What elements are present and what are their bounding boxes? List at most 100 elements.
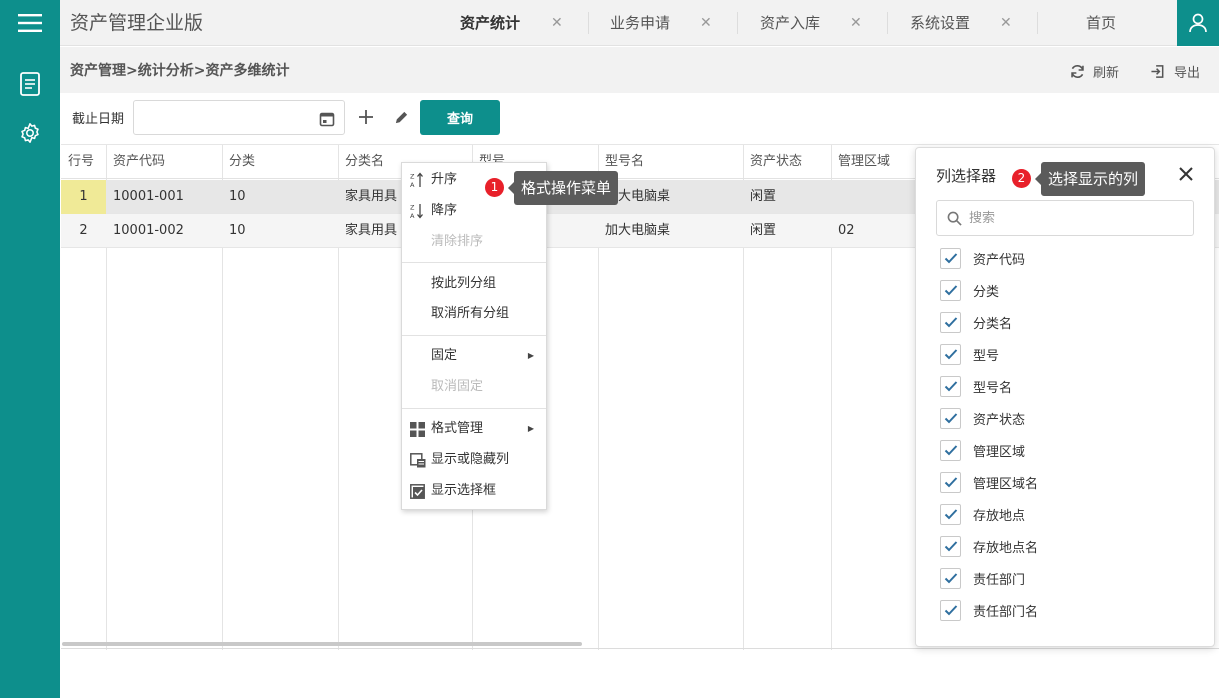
column-option[interactable]: 型号名	[940, 375, 1012, 397]
checkbox-icon	[410, 476, 425, 506]
document-icon[interactable]	[0, 64, 60, 104]
tab-business-application[interactable]: 业务申请	[610, 0, 670, 46]
checkbox[interactable]	[940, 503, 961, 525]
svg-text:A: A	[410, 212, 415, 219]
management-area-cell: 02	[838, 223, 855, 238]
top-bar: 资产管理企业版 资产统计 ✕ 业务申请 ✕ 资产入库 ✕ 系统设置 ✕ 首页	[60, 0, 1219, 46]
tab-asset-statistics[interactable]: 资产统计	[460, 0, 520, 46]
grid-bottom-divider	[61, 648, 1219, 649]
tab-divider	[737, 12, 738, 34]
checkbox[interactable]	[940, 471, 961, 493]
checkbox[interactable]	[940, 375, 961, 397]
refresh-icon	[1071, 64, 1084, 78]
column-option-label: 责任部门名	[973, 604, 1039, 620]
calendar-icon[interactable]	[319, 111, 335, 131]
pencil-icon	[395, 111, 407, 123]
management-area-cell	[831, 180, 921, 214]
asset-status-cell: 闲置	[750, 223, 777, 238]
menu-item-label: 清除排序	[431, 234, 484, 249]
checkmark-icon	[944, 509, 957, 520]
checkbox[interactable]	[940, 311, 961, 333]
column-search-field[interactable]	[936, 200, 1194, 236]
svg-text:Z: Z	[410, 204, 415, 212]
column-option[interactable]: 资产状态	[940, 407, 1025, 429]
tab-system-settings[interactable]: 系统设置	[910, 0, 970, 46]
menu-item-label: 显示或隐藏列	[431, 452, 510, 467]
tab-home[interactable]: 首页	[1086, 0, 1116, 46]
tab-asset-inbound[interactable]: 资产入库	[760, 0, 820, 46]
checkbox[interactable]	[940, 599, 961, 621]
submenu-arrow-icon: ▶	[527, 351, 534, 360]
column-search-input[interactable]	[969, 201, 1189, 235]
refresh-button[interactable]: 刷新	[1070, 47, 1119, 95]
left-sidebar	[0, 0, 60, 698]
column-option[interactable]: 分类	[940, 279, 999, 301]
model-name-cell: 加大电脑桌	[605, 189, 671, 204]
export-button[interactable]: 导出	[1150, 47, 1200, 95]
add-button[interactable]	[354, 105, 378, 129]
menu-item-show-checkboxes[interactable]: 显示选择框	[402, 476, 546, 506]
edit-button[interactable]	[389, 105, 413, 129]
menu-divider	[402, 262, 546, 263]
column-option[interactable]: 管理区域	[940, 439, 1025, 461]
column-option[interactable]: 责任部门名	[940, 599, 1038, 621]
checkmark-icon	[944, 317, 957, 328]
column-option-label: 分类名	[973, 316, 1013, 332]
column-option[interactable]: 存放地点名	[940, 535, 1038, 557]
menu-item-pin[interactable]: 固定 ▶	[402, 341, 546, 371]
column-option-label: 资产代码	[973, 252, 1026, 268]
menu-item-label: 取消固定	[431, 379, 484, 394]
column-option[interactable]: 责任部门	[940, 567, 1025, 589]
cutoff-date-field[interactable]	[133, 100, 345, 135]
column-option[interactable]: 资产代码	[940, 247, 1025, 269]
refresh-label: 刷新	[1093, 65, 1120, 81]
menu-item-format-management[interactable]: 格式管理 ▶	[402, 414, 546, 444]
checkbox[interactable]	[940, 567, 961, 589]
checkbox[interactable]	[940, 343, 961, 365]
tab-close-icon[interactable]: ✕	[850, 0, 862, 46]
model-name-cell: 加大电脑桌	[605, 223, 671, 238]
svg-text:Z: Z	[410, 173, 415, 181]
column-option[interactable]: 型号	[940, 343, 999, 365]
category-cell: 10	[229, 223, 246, 238]
column-option-label: 管理区域	[973, 444, 1026, 460]
column-header-category[interactable]: 分类	[222, 145, 338, 179]
asset-status-cell: 闲置	[750, 189, 777, 204]
category-cell: 10	[229, 189, 246, 204]
sort-descending-icon: ZA	[410, 196, 424, 226]
hamburger-icon[interactable]	[0, 0, 60, 46]
tab-close-icon[interactable]: ✕	[1000, 0, 1012, 46]
checkbox[interactable]	[940, 439, 961, 461]
export-label: 导出	[1174, 65, 1201, 81]
checkbox[interactable]	[940, 407, 961, 429]
tab-divider	[1037, 12, 1038, 34]
column-header-asset-code[interactable]: 资产代码	[106, 145, 222, 179]
callout-tooltip-2: 选择显示的列	[1034, 162, 1146, 196]
cutoff-date-input[interactable]	[134, 101, 304, 134]
tab-close-icon[interactable]: ✕	[700, 0, 712, 46]
horizontal-scrollbar[interactable]	[62, 642, 582, 646]
checkmark-icon	[944, 253, 957, 264]
menu-item-show-hide-columns[interactable]: 显示或隐藏列	[402, 445, 546, 475]
user-icon[interactable]	[1177, 0, 1219, 46]
menu-item-ungroup-all[interactable]: 取消所有分组	[402, 299, 546, 329]
column-header-row-number[interactable]: 行号	[61, 145, 106, 179]
column-header-model-name[interactable]: 型号名	[598, 145, 743, 179]
column-header-management-area[interactable]: 管理区域	[831, 145, 921, 179]
close-icon[interactable]	[1176, 164, 1196, 184]
gear-icon[interactable]	[0, 113, 60, 153]
query-button[interactable]: 查询	[420, 100, 500, 135]
checkbox[interactable]	[940, 279, 961, 301]
column-header-asset-status[interactable]: 资产状态	[743, 145, 831, 179]
column-option[interactable]: 分类名	[940, 311, 1012, 333]
checkbox[interactable]	[940, 535, 961, 557]
menu-divider	[402, 335, 546, 336]
menu-item-label: 固定	[431, 348, 458, 363]
menu-item-group-by-column[interactable]: 按此列分组	[402, 269, 546, 299]
column-option[interactable]: 存放地点	[940, 503, 1025, 525]
checkbox[interactable]	[940, 247, 961, 269]
menu-item-label: 取消所有分组	[431, 306, 510, 321]
cutoff-date-label: 截止日期	[72, 112, 125, 127]
tab-close-icon[interactable]: ✕	[551, 0, 563, 46]
column-option[interactable]: 管理区域名	[940, 471, 1038, 493]
